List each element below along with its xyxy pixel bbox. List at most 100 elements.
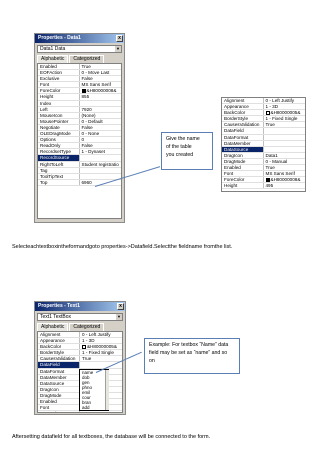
property-value[interactable]: [264, 141, 306, 146]
tab-alphabetic[interactable]: Alphabetic: [37, 323, 69, 331]
callout-line: Example: For textbox “Name” data: [149, 342, 229, 348]
property-value[interactable]: [80, 174, 122, 179]
property-value-text: False: [81, 124, 93, 130]
property-value-text: (None): [81, 112, 96, 118]
property-value[interactable]: 0 - Move Last: [80, 70, 122, 75]
property-name: DataMember: [38, 374, 80, 380]
property-value[interactable]: &H80000005&: [264, 110, 306, 115]
property-name: Height: [222, 183, 264, 189]
property-name: Font: [38, 405, 80, 411]
property-name: BackColor: [38, 344, 80, 350]
object-selector[interactable]: Data1 Data ▼: [37, 45, 122, 53]
property-value[interactable]: 855: [80, 94, 122, 99]
tab-alphabetic[interactable]: Alphabetic: [37, 55, 69, 63]
property-value[interactable]: [80, 411, 122, 412]
property-value[interactable]: 1 - Dynaset: [80, 149, 122, 154]
property-value-text: 855: [81, 94, 90, 100]
property-value[interactable]: True: [264, 165, 306, 170]
property-value-text: 495: [265, 183, 274, 189]
chevron-down-icon[interactable]: ▼: [116, 314, 122, 320]
close-icon[interactable]: x: [117, 303, 124, 310]
property-name: CausesValidation: [222, 122, 264, 128]
property-value-text: 1 - Dynaset: [81, 149, 106, 155]
property-value[interactable]: [264, 147, 306, 152]
property-name: Font: [222, 171, 264, 177]
dropdown-scrollbar[interactable]: [105, 370, 109, 410]
window-title: Properties - Data1: [38, 35, 81, 41]
property-value[interactable]: 0 - Left Justify: [80, 332, 122, 337]
property-value[interactable]: MS Sans Serif: [80, 82, 122, 87]
property-value[interactable]: True: [80, 356, 122, 361]
property-value[interactable]: MS Sans Serif: [264, 171, 306, 176]
property-value[interactable]: 1 - 3D: [80, 338, 122, 343]
property-value[interactable]: [264, 128, 306, 133]
property-name: DragMode: [222, 158, 264, 165]
tab-categorized[interactable]: Categorized: [69, 323, 105, 331]
property-value-text: 1 - Fixed Single: [82, 350, 114, 356]
property-value[interactable]: False: [80, 125, 122, 130]
property-name: Enabled: [38, 64, 80, 70]
property-name: Top: [38, 179, 80, 185]
property-value-text: False: [81, 76, 93, 82]
property-value[interactable]: [80, 101, 122, 106]
property-name: RightToLeft: [38, 161, 80, 167]
property-value-text: 0 - Default: [81, 118, 103, 124]
property-value[interactable]: &H80000008&: [80, 88, 122, 93]
close-icon[interactable]: x: [116, 35, 123, 42]
property-value[interactable]: 0 - Default: [80, 119, 122, 124]
property-value-text: 0 - Move Last: [81, 70, 110, 76]
callout-line: on: [149, 358, 155, 364]
color-swatch-icon: [82, 344, 86, 349]
callout-line: Give the name: [166, 136, 200, 142]
tab-bar: Alphabetic Categorized: [37, 55, 122, 63]
property-value[interactable]: [264, 135, 306, 140]
property-name: Alignment: [38, 332, 80, 338]
property-value[interactable]: False: [80, 143, 122, 148]
property-value[interactable]: [80, 168, 122, 173]
property-value[interactable]: True: [264, 122, 306, 127]
tab-bar: Alphabetic Categorized: [37, 323, 123, 331]
property-value[interactable]: (None): [80, 113, 122, 118]
property-value[interactable]: 495: [264, 183, 306, 188]
property-value[interactable]: Student registratio: [80, 162, 122, 167]
property-name: DragIcon: [222, 152, 264, 158]
property-value[interactable]: [80, 155, 122, 160]
property-grid: Enabled True EOFAction 0 - Move Last Exclusi…: [37, 63, 122, 219]
property-name: DataField: [222, 128, 264, 134]
dropdown-option[interactable]: add: [80, 405, 108, 410]
property-value[interactable]: &H80000005&: [80, 344, 122, 349]
property-value[interactable]: 1 - 3D: [264, 104, 306, 109]
property-name: DataField: [38, 362, 80, 368]
property-value-text: True: [81, 64, 91, 69]
property-name: Enabled: [38, 399, 80, 405]
chevron-down-icon[interactable]: ▼: [115, 46, 121, 52]
property-value[interactable]: 0 - None: [80, 131, 122, 136]
property-name: RecordsetType: [38, 149, 80, 155]
property-value[interactable]: True: [80, 64, 122, 69]
property-value[interactable]: &H80000008&: [264, 177, 306, 182]
property-value[interactable]: 1 - Fixed Single: [264, 116, 306, 121]
color-swatch-icon: [81, 88, 86, 93]
property-value[interactable]: 0: [80, 137, 122, 142]
object-selector[interactable]: Text1 TextBox ▼: [37, 313, 123, 321]
property-grid-right: Alignment 0 - Left Justify Appearance 1 - 3…: [221, 97, 306, 192]
tab-categorized[interactable]: Categorized: [69, 55, 105, 63]
property-value-text: 0 - Left Justify: [265, 98, 295, 103]
property-value[interactable]: 0 - Left Justify: [264, 98, 306, 103]
property-row[interactable]: ForeColor: [38, 411, 122, 412]
object-selector-value: Data1 Data: [40, 46, 66, 52]
property-name: MousePointer: [38, 118, 80, 124]
property-value[interactable]: 7920: [80, 107, 122, 112]
property-value[interactable]: False: [80, 76, 122, 81]
property-name: ForeColor: [38, 411, 80, 412]
property-name: BackColor: [222, 110, 264, 116]
property-value[interactable]: 1 - Fixed Single: [80, 350, 122, 355]
property-name: ReadOnly: [38, 143, 80, 149]
property-value[interactable]: Data1: [264, 153, 306, 158]
property-value-text: True: [265, 122, 275, 128]
property-name: DataFormat: [38, 368, 80, 374]
property-value[interactable]: 0 - Manual: [264, 159, 306, 164]
property-name: ForeColor: [38, 88, 80, 94]
window-title: Properties - Text1: [38, 303, 80, 309]
property-row[interactable]: Height 495: [222, 183, 306, 190]
